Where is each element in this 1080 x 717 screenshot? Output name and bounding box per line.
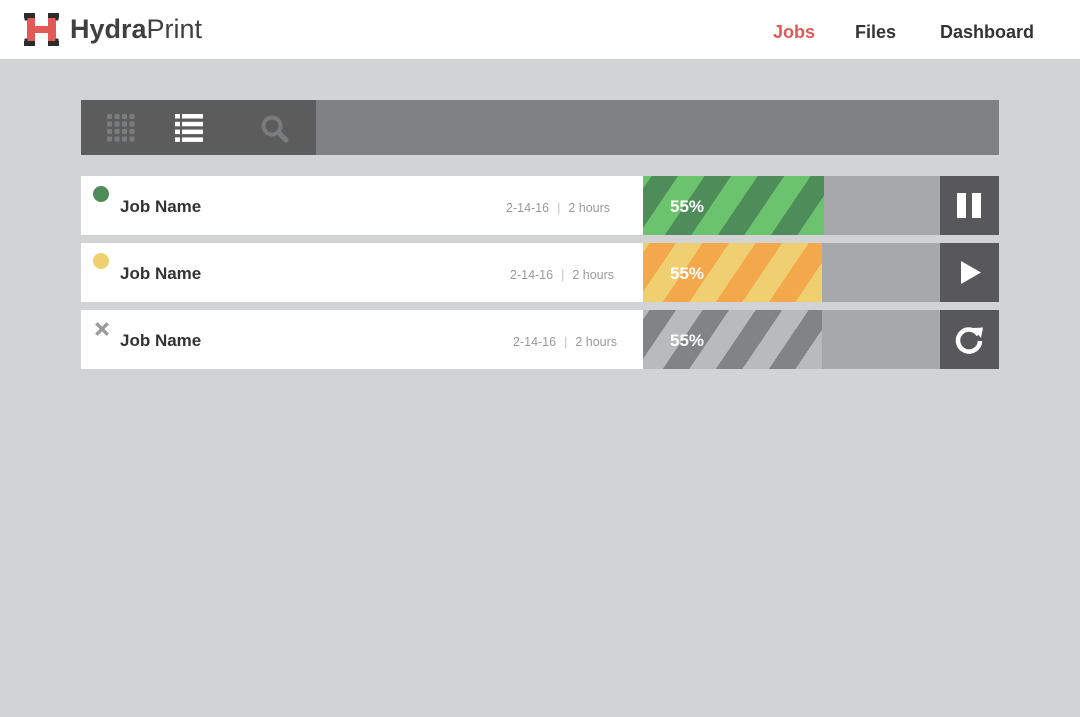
view-mode-tabs (81, 100, 316, 155)
brand-name-bold: Hydra (70, 14, 147, 44)
job-date: 2-14-16 (510, 268, 554, 282)
meta-divider: | (561, 268, 565, 282)
pause-button[interactable] (940, 176, 999, 235)
job-meta: 2-14-16 | 2 hours (513, 334, 617, 350)
job-name: Job Name (120, 264, 202, 283)
hydraprint-h-logo-icon (23, 13, 60, 46)
app-header: HydraPrint Jobs Files Dashboard (0, 0, 1080, 59)
x-close-icon (95, 322, 109, 336)
brand-name-regular: Print (146, 14, 203, 44)
yellow-status-dot (93, 253, 109, 269)
job-progress-bar: 55% (643, 310, 940, 369)
meta-divider: | (564, 335, 568, 349)
job-meta: 2-14-16 | 2 hours (510, 267, 614, 283)
retry-button[interactable] (940, 310, 999, 369)
pause-icon (957, 193, 981, 218)
search-field[interactable] (316, 100, 999, 155)
job-date: 2-14-16 (506, 201, 550, 215)
grid-view-button[interactable] (81, 100, 159, 155)
search-button[interactable] (237, 100, 316, 155)
green-status-dot (93, 186, 109, 202)
play-icon (961, 261, 981, 284)
job-row: Job Name 2-14-16 | 2 hours 55% (81, 176, 999, 235)
job-duration: 2 hours (575, 335, 618, 349)
view-toolbar (81, 100, 999, 155)
list-view-icon (175, 114, 203, 142)
job-duration: 2 hours (568, 201, 611, 215)
job-row: Job Name 2-14-16 | 2 hours 55% (81, 243, 999, 302)
job-name: Job Name (120, 197, 202, 216)
nav-jobs[interactable]: Jobs (773, 20, 815, 44)
progress-percent: 55% (670, 197, 705, 216)
job-progress-bar: 55% (643, 176, 940, 235)
nav-files[interactable]: Files (855, 20, 896, 44)
job-duration: 2 hours (572, 268, 615, 282)
progress-percent: 55% (670, 264, 705, 283)
job-row: Job Name 2-14-16 | 2 hours 55% (81, 310, 999, 369)
nav-dashboard[interactable]: Dashboard (940, 20, 1034, 44)
play-button[interactable] (940, 243, 999, 302)
grid-view-icon (107, 114, 135, 142)
job-date: 2-14-16 (513, 335, 557, 349)
job-progress-bar: 55% (643, 243, 940, 302)
meta-divider: | (557, 201, 561, 215)
list-view-button[interactable] (159, 100, 237, 155)
progress-percent: 55% (670, 331, 705, 350)
refresh-icon (955, 327, 983, 354)
brand-name: HydraPrint (70, 12, 202, 46)
job-name: Job Name (120, 331, 202, 350)
search-icon (261, 115, 289, 143)
job-meta: 2-14-16 | 2 hours (506, 200, 610, 216)
